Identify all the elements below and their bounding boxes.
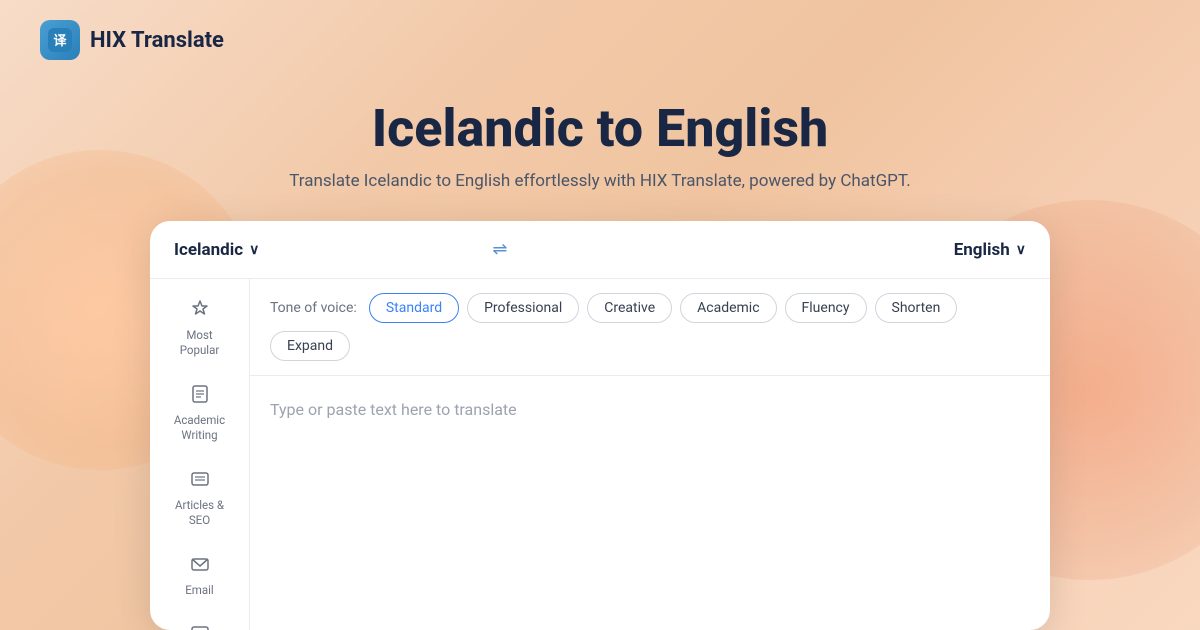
email-icon (190, 554, 210, 579)
logo[interactable]: 译 HIX Translate (40, 20, 224, 60)
right-panel: Tone of voice: Standard Professional Cre… (250, 279, 1050, 630)
source-language-label: Icelandic (174, 240, 243, 260)
target-chevron-icon: ∨ (1016, 242, 1026, 258)
sidebar-label-academic-writing: AcademicWriting (174, 413, 225, 443)
academic-writing-icon (190, 384, 210, 409)
header: 译 HIX Translate (0, 0, 1200, 80)
sidebar-item-academic-writing[interactable]: AcademicWriting (157, 374, 242, 453)
sidebar-item-email[interactable]: Email (157, 544, 242, 608)
target-language-selector[interactable]: English ∨ (954, 240, 1026, 260)
tone-bar: Tone of voice: Standard Professional Cre… (250, 279, 1050, 376)
tone-fluency-button[interactable]: Fluency (785, 293, 867, 323)
tone-creative-button[interactable]: Creative (587, 293, 672, 323)
source-chevron-icon: ∨ (249, 242, 259, 258)
swap-languages-button[interactable]: ⇌ (492, 239, 507, 260)
svg-text:译: 译 (53, 33, 67, 48)
translation-input-area[interactable]: Type or paste text here to translate (250, 376, 1050, 576)
sidebar-label-most-popular: MostPopular (180, 328, 220, 358)
tone-academic-button[interactable]: Academic (680, 293, 776, 323)
logo-product: Translate (126, 28, 224, 53)
target-language-label: English (954, 240, 1010, 260)
sidebar-item-most-popular[interactable]: MostPopular (157, 289, 242, 368)
main-layout: MostPopular AcademicWriting (150, 279, 1050, 630)
hero-subtitle: Translate Icelandic to English effortles… (289, 171, 910, 191)
sidebar: MostPopular AcademicWriting (150, 279, 250, 630)
tone-standard-button[interactable]: Standard (369, 293, 459, 323)
logo-text: HIX Translate (90, 28, 224, 53)
most-popular-icon (190, 299, 210, 324)
hero-section: Icelandic to English Translate Icelandic… (269, 80, 930, 221)
tone-label: Tone of voice: (270, 300, 357, 316)
logo-brand: HIX (90, 28, 126, 53)
translator-card: Icelandic ∨ ⇌ English ∨ MostPopular (150, 221, 1050, 630)
sidebar-item-social-ad[interactable]: Social & Ad (157, 614, 242, 630)
tone-shorten-button[interactable]: Shorten (875, 293, 958, 323)
language-bar: Icelandic ∨ ⇌ English ∨ (150, 221, 1050, 279)
logo-icon: 译 (40, 20, 80, 60)
page-title: Icelandic to English (289, 100, 910, 157)
sidebar-label-email: Email (185, 583, 213, 598)
source-language-selector[interactable]: Icelandic ∨ (174, 240, 259, 260)
tone-expand-button[interactable]: Expand (270, 331, 350, 361)
social-ad-icon (190, 624, 210, 630)
articles-seo-icon (190, 469, 210, 494)
sidebar-label-articles-seo: Articles &SEO (175, 498, 224, 528)
tone-professional-button[interactable]: Professional (467, 293, 579, 323)
translation-placeholder: Type or paste text here to translate (270, 400, 517, 419)
sidebar-item-articles-seo[interactable]: Articles &SEO (157, 459, 242, 538)
